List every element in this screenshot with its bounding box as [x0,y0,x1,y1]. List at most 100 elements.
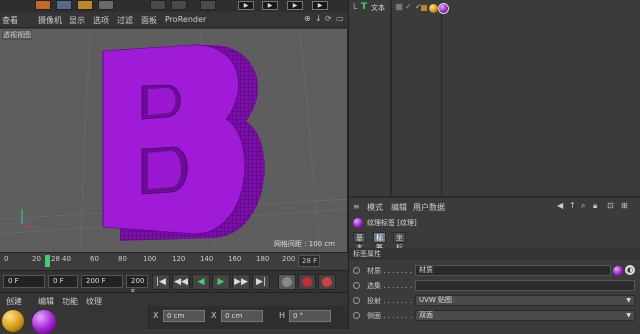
main-toolbar: ▶ ▶ ▶ ▶ [0,0,348,12]
menu-user-data[interactable]: 用户数据 [413,202,445,213]
attributes-manager: ≡ 模式 编辑 用户数据 ◀ ↑ ⌕ 🔒︎ ⊡ ⊞ 纹理标签 [纹理] 基本 标… [348,196,640,329]
axis-gizmo [21,209,35,228]
coord-x2-field[interactable]: 0 cm [221,310,263,322]
up-arrow-icon[interactable]: ↑ [569,201,576,210]
layer-icon[interactable] [395,3,403,11]
pan-icon[interactable]: ⊕ [304,14,311,23]
dolly-icon[interactable]: ↓ [315,14,322,23]
render-view-button[interactable]: ▶ [238,1,254,10]
menu-panel[interactable]: 面板 [141,15,157,26]
keyframe-button[interactable] [278,274,296,290]
coord-x-field[interactable]: 0 cm [163,310,205,322]
text-object-icon: T [361,2,368,12]
menu-grip-icon: ≡ [353,202,360,211]
menu-function[interactable]: 功能 [62,296,78,307]
purple-texture-tag-icon[interactable] [438,3,449,14]
menu-mode[interactable]: 模式 [367,202,383,213]
perspective-viewport[interactable]: 透视视图 网格间距 : 100 cm [0,29,348,252]
visible-check-icon[interactable]: ✓ [405,2,412,11]
tick-label: 200 [282,255,296,263]
property-material-row: 材质 . . . . . . . 材质 ◐ [349,264,640,278]
chevron-down-icon: ▼ [626,297,631,304]
preview-end-field[interactable]: 200 F [126,275,148,296]
gold-texture-tag-icon[interactable] [429,4,438,13]
lock-icon[interactable]: 🔒︎ [593,201,597,211]
menu-edit[interactable]: 编辑 [391,202,407,213]
start-frame-field[interactable]: 0 F [3,275,45,288]
side-dropdown[interactable]: 双面 ▼ [415,310,635,321]
object-row-text[interactable]: L T 文本 ✓ ✓ [349,2,640,16]
axis-y-button[interactable] [171,0,187,10]
menu-prorender[interactable]: ProRender [165,15,206,24]
tab-basic[interactable]: 基本 [353,232,366,252]
menu-view[interactable]: 查看 [2,15,18,26]
material-preview-icon[interactable] [613,266,623,276]
current-frame-field[interactable]: 28 F [298,255,320,267]
scale-tool-button[interactable] [98,0,114,10]
record-button[interactable] [318,274,336,290]
tick-label: 0 [4,255,9,263]
tick-label: 100 [143,255,157,263]
expand-icon[interactable]: ⊞ [621,201,628,210]
render-settings-button[interactable]: ▶ [287,1,303,10]
render-button[interactable]: ▶ [262,1,278,10]
undo-button[interactable] [35,0,51,10]
autokey-button[interactable] [298,274,316,290]
property-side-row: 侧面 . . . . . . . 双面 ▼ [349,309,640,323]
coord-x2-label: X [211,311,217,320]
object-name[interactable]: 文本 [371,3,385,13]
purple-material-swatch[interactable] [32,310,56,334]
animate-toggle-icon[interactable] [353,282,360,289]
projection-dropdown[interactable]: UVW 贴图 ▼ [415,295,635,306]
tick-label: 180 [256,255,270,263]
preview-start-field[interactable]: 0 F [48,275,78,288]
attributes-menu-bar: ≡ 模式 编辑 用户数据 ◀ ↑ ⌕ 🔒︎ ⊡ ⊞ [349,200,640,214]
animate-toggle-icon[interactable] [353,297,360,304]
object-name-column [349,0,391,196]
menu-create[interactable]: 创建 [6,296,22,307]
play-backward-button[interactable]: ◀ [192,274,210,290]
rotate-tool-button[interactable] [77,0,93,10]
column-divider [441,0,442,196]
go-to-end-button[interactable]: ▶| [252,274,270,290]
search-icon[interactable]: ⌕ [581,201,585,211]
coord-h-label: H [279,311,286,320]
animate-toggle-icon[interactable] [353,267,360,274]
prev-key-button[interactable]: ◀◀ [172,274,190,290]
section-header: 标签属性 [349,248,640,260]
axis-x-button[interactable] [150,0,166,10]
selection-field[interactable] [415,280,635,291]
menu-camera[interactable]: 摄像机 [38,15,62,26]
material-link-field[interactable]: 材质 [415,265,611,276]
end-frame-field[interactable]: 200 F [81,275,123,288]
render-queue-button[interactable]: ▶ [312,1,328,10]
go-to-start-button[interactable]: |◀ [152,274,170,290]
orbit-icon[interactable]: ⟳ [325,14,332,23]
maximize-view-icon[interactable]: ▭ [336,14,344,23]
menu-display[interactable]: 显示 [69,15,85,26]
menu-filter[interactable]: 过滤 [117,15,133,26]
back-arrow-icon[interactable]: ◀ [557,201,563,210]
tag-icon[interactable] [421,5,427,11]
next-key-button[interactable]: ▶▶ [232,274,250,290]
menu-texture[interactable]: 纹理 [86,296,102,307]
side-value: 双面 [419,311,433,319]
menu-edit[interactable]: 编辑 [38,296,54,307]
new-window-icon[interactable]: ⊡ [607,201,614,210]
tick-label: 140 [200,255,214,263]
tick-label: 60 [90,255,99,263]
viewport-menu-bar: 查看 摄像机 显示 选项 过滤 面板 ProRender ⊕ ↓ ⟳ ▭ [0,12,348,28]
current-frame-marker[interactable] [45,255,50,267]
axis-z-button[interactable] [200,0,216,10]
menu-options[interactable]: 选项 [93,15,109,26]
tab-coordinates[interactable]: 坐标 [393,232,406,252]
tick-label: 40 [62,255,71,263]
timeline-ruler[interactable]: 0 20 28 40 60 80 100 120 140 160 180 200… [0,252,348,270]
coord-h-field[interactable]: 0 ° [289,310,331,322]
tab-tag[interactable]: 标签 [373,232,386,252]
letter-b-model[interactable] [102,44,265,241]
animate-toggle-icon[interactable] [353,312,360,319]
move-tool-button[interactable] [56,0,72,10]
play-button[interactable]: ▶ [212,274,230,290]
material-picker-icon[interactable]: ◐ [625,265,635,275]
